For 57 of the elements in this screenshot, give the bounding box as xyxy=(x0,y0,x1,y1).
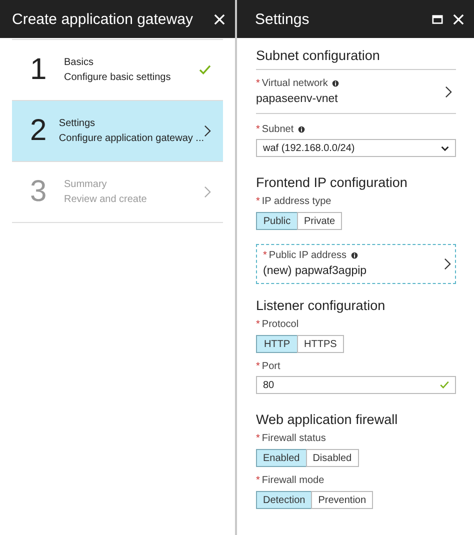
close-icon[interactable] xyxy=(214,14,225,24)
chevron-right-icon xyxy=(444,258,451,270)
toggle-option[interactable]: Public xyxy=(256,212,298,230)
step-title: Settings xyxy=(58,118,96,129)
toggle-option[interactable]: Private xyxy=(297,212,342,230)
required-mark: * xyxy=(256,475,260,486)
required-mark: * xyxy=(256,433,260,444)
section-heading: Frontend IP configuration xyxy=(256,174,408,192)
step-number: 1 xyxy=(30,53,48,87)
step-title: Basics xyxy=(64,57,94,68)
required-mark: * xyxy=(256,196,260,207)
chevron-right-icon xyxy=(445,86,452,98)
field-label: IP address type xyxy=(262,196,332,207)
maximize-icon[interactable] xyxy=(432,14,443,24)
close-icon[interactable] xyxy=(453,14,464,24)
info-icon xyxy=(298,126,305,133)
subnet-dropdown[interactable]: waf (192.168.0.0/24) xyxy=(256,139,456,157)
field-label: Public IP address xyxy=(268,250,347,261)
blade-title: Create application gateway xyxy=(12,10,193,28)
field-label: Firewall mode xyxy=(262,475,324,486)
info-icon xyxy=(350,252,358,259)
info-icon xyxy=(332,80,339,87)
step-number: 2 xyxy=(30,114,48,148)
required-mark: * xyxy=(256,124,260,135)
toggle-option[interactable]: HTTPS xyxy=(297,335,344,353)
field-label: Subnet xyxy=(262,124,294,135)
blade-title: Settings xyxy=(255,10,310,28)
chevron-right-icon xyxy=(204,125,211,137)
toggle-option[interactable]: HTTP xyxy=(256,335,298,353)
step-subtitle: Configure basic settings xyxy=(64,72,172,83)
field-label: Protocol xyxy=(262,319,299,330)
chevron-right-icon xyxy=(204,186,211,198)
required-mark: * xyxy=(256,78,260,89)
toggle-option[interactable]: Prevention xyxy=(311,491,374,509)
toggle-option[interactable]: Detection xyxy=(256,491,312,509)
port-input[interactable]: 80 xyxy=(256,376,456,394)
section-heading: Listener configuration xyxy=(256,297,386,315)
toggle-option[interactable]: Disabled xyxy=(306,449,359,467)
public-ip-selector[interactable]: * Public IP address (new) papwaf3agpip xyxy=(256,244,456,284)
section-heading: Web application firewall xyxy=(256,411,398,429)
required-mark: * xyxy=(256,319,260,330)
field-label: Virtual network xyxy=(262,78,328,89)
field-label: Port xyxy=(262,361,280,372)
field-label: Firewall status xyxy=(262,433,326,444)
field-value: (new) papwaf3agpip xyxy=(263,265,367,277)
required-mark: * xyxy=(256,361,260,372)
step-number: 3 xyxy=(30,175,48,209)
required-mark: * xyxy=(263,250,267,261)
step-subtitle: Configure application gateway ... xyxy=(58,133,204,144)
caret-icon xyxy=(441,146,449,150)
toggle-option[interactable]: Enabled xyxy=(256,449,307,467)
step-title: Summary xyxy=(64,179,108,190)
field-value: papaseenv-vnet xyxy=(256,93,339,105)
section-heading: Subnet configuration xyxy=(256,46,456,70)
step-subtitle: Review and create xyxy=(64,194,148,205)
virtual-network-selector[interactable]: * Virtual network papaseenv-vnet xyxy=(256,78,456,114)
wizard-step[interactable]: 2 Settings Configure application gateway ... xyxy=(12,100,223,162)
